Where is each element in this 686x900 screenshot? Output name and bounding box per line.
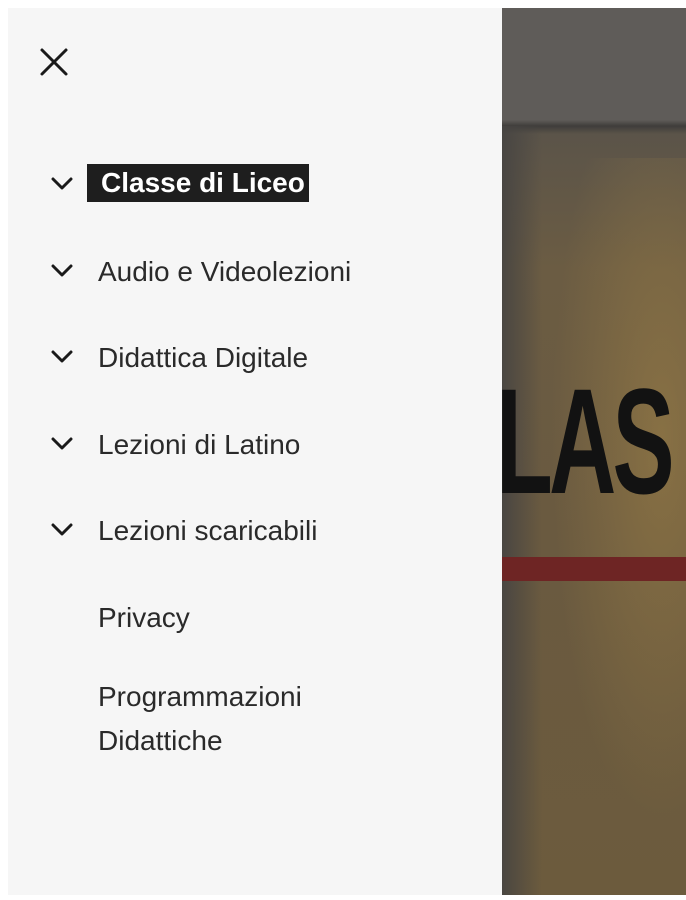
hero-title: LAS	[502, 357, 675, 525]
menu-item-classe-di-liceo[interactable]: Classe di Liceo	[8, 156, 502, 243]
hero-accent-bar	[502, 557, 686, 581]
menu-item-privacy[interactable]: Privacy	[8, 589, 502, 676]
background-page: LAS	[502, 8, 686, 895]
chevron-down-icon	[51, 437, 73, 449]
navigation-drawer: Classe di Liceo Audio e Videolezioni Did…	[8, 8, 502, 895]
expand-toggle[interactable]	[48, 345, 76, 369]
chevron-down-icon	[51, 523, 73, 536]
expand-toggle[interactable]	[48, 259, 76, 283]
close-button[interactable]	[36, 44, 72, 80]
chevron-down-icon	[51, 350, 73, 363]
chevron-down-icon	[51, 177, 73, 190]
menu-item-lezioni-di-latino[interactable]: Lezioni di Latino	[8, 416, 502, 503]
menu-item-lezioni-scaricabili[interactable]: Lezioni scaricabili	[8, 502, 502, 589]
menu-item-label: Programmazioni Didattiche	[98, 681, 302, 756]
menu-item-label: Classe di Liceo	[87, 164, 309, 202]
menu-item-label: Audio e Videolezioni	[98, 255, 352, 287]
menu-item-programmazioni-didattiche[interactable]: Programmazioni Didattiche	[8, 675, 502, 785]
expand-toggle[interactable]	[48, 432, 76, 456]
expand-toggle[interactable]	[48, 172, 76, 196]
menu-item-audio-e-videolezioni[interactable]: Audio e Videolezioni	[8, 243, 502, 330]
menu-item-label: Lezioni scaricabili	[98, 515, 318, 546]
menu-item-label: Lezioni di Latino	[98, 428, 301, 460]
expand-toggle[interactable]	[48, 518, 76, 542]
close-icon	[40, 48, 68, 76]
menu-item-didattica-digitale[interactable]: Didattica Digitale	[8, 329, 502, 416]
drawer-menu: Classe di Liceo Audio e Videolezioni Did…	[8, 156, 502, 785]
chevron-down-icon	[51, 264, 73, 276]
menu-item-label: Didattica Digitale	[98, 342, 309, 373]
viewport: LAS Classe di Liceo Audio e Videolezioni…	[0, 0, 686, 900]
menu-item-label: Privacy	[98, 601, 190, 633]
